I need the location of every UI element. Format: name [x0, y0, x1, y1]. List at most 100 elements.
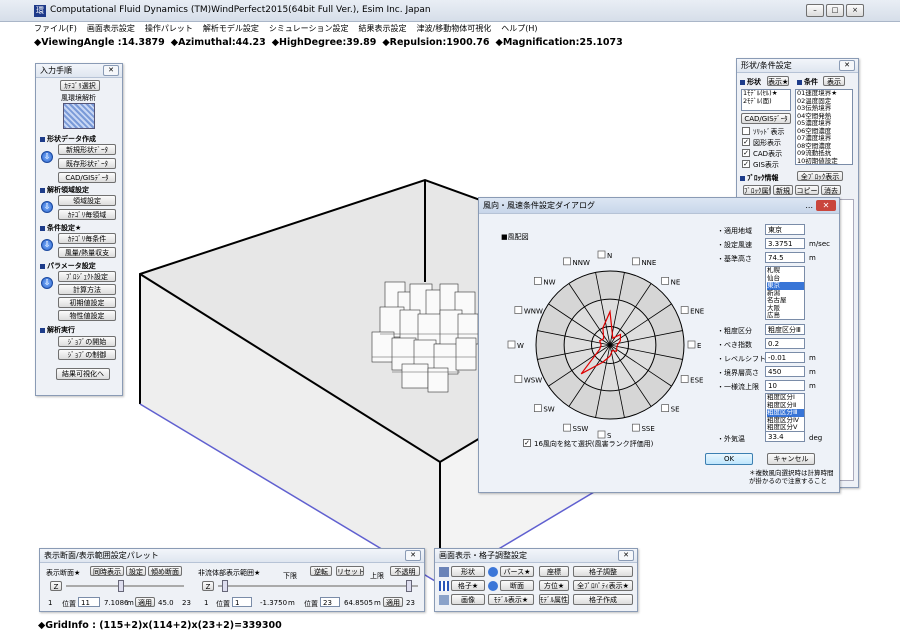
outdoor-temp-field[interactable]: 33.4 — [765, 431, 805, 442]
dialog-minimize-icon[interactable]: ... — [805, 199, 813, 212]
parameter-step-icon: ⇩ — [41, 277, 53, 289]
condition-display-button[interactable]: 表示 — [823, 76, 845, 86]
region-list[interactable]: 札幌 仙台 東京 新潟 名古屋 大阪 広島 — [765, 266, 805, 320]
range-slider[interactable] — [218, 580, 418, 592]
boundary-height-field[interactable]: 450 — [765, 366, 805, 377]
reverse-button[interactable]: 逆転 — [310, 566, 332, 576]
coordinate-button[interactable]: 座標 — [539, 566, 569, 577]
level-shift-field[interactable]: -0.01 — [765, 352, 805, 363]
solid-checkbox[interactable] — [742, 127, 750, 135]
oblique-section-button[interactable]: 傾め断面 — [148, 566, 182, 576]
perspective-button[interactable]: パース★ — [500, 566, 534, 577]
menu-result[interactable]: 結果表示設定 — [359, 22, 407, 36]
gis-checkbox[interactable]: ✓ — [742, 160, 750, 168]
ok-button[interactable]: OK — [705, 453, 753, 465]
power-index-field[interactable]: 0.2 — [765, 338, 805, 349]
repulsion: ◆Repulsion:1900.76 — [382, 37, 490, 48]
list-item[interactable]: 10初期値設定 — [797, 157, 852, 164]
air-heat-balance-button[interactable]: 風量/熱量収支 — [58, 247, 116, 258]
row2-index-field[interactable]: 1 — [232, 597, 252, 607]
close-button[interactable]: × — [846, 4, 864, 17]
minimize-button[interactable]: – — [806, 4, 824, 17]
region-field[interactable]: 東京 — [765, 224, 805, 235]
grid-adjust-button[interactable]: 格子調整 — [573, 566, 633, 577]
z-axis-button[interactable]: Z — [50, 581, 62, 591]
section-slider[interactable] — [66, 580, 184, 592]
block-copy-button[interactable]: コピー — [795, 185, 819, 195]
wind-speed-field[interactable]: 3.3751 — [765, 238, 805, 249]
reset-button[interactable]: リセット — [336, 566, 364, 576]
cad-checkbox[interactable]: ✓ — [742, 149, 750, 157]
existing-shape-button[interactable]: 既存形状ﾃﾞｰﾀ — [58, 158, 116, 169]
cancel-button[interactable]: キャンセル — [767, 453, 815, 465]
close-icon[interactable]: ✕ — [405, 550, 421, 561]
menu-file[interactable]: ファイル(F) — [34, 22, 77, 36]
dialog-close-icon[interactable]: ✕ — [816, 200, 836, 211]
result-visualize-button[interactable]: 結果可視化へ — [56, 368, 110, 380]
roughness-list[interactable]: 粗度区分Ⅰ 粗度区分Ⅱ 粗度区分Ⅲ 粗度区分Ⅳ 粗度区分Ⅴ — [765, 393, 805, 433]
menu-help[interactable]: ヘルプ(H) — [501, 22, 537, 36]
uniform-limit-unit: m — [809, 382, 816, 390]
model-display-button[interactable]: ﾓﾃﾞﾙ表示★ — [488, 594, 534, 605]
row1-apply-button[interactable]: 適用 — [135, 597, 155, 607]
ref-height-field[interactable]: 74.5 — [765, 252, 805, 263]
lower-thumb[interactable] — [222, 580, 228, 592]
category-domain-button[interactable]: ｶﾃｺﾞﾘ毎領域 — [58, 209, 116, 220]
row1-index-field[interactable]: 11 — [78, 597, 100, 607]
grid-shape-button[interactable]: 形状 — [451, 566, 485, 577]
image-button[interactable]: 画像 — [451, 594, 485, 605]
cad-gis-button[interactable]: CAD/GISﾃﾞｰﾀ — [58, 172, 116, 183]
shape-list[interactable]: 1ﾓﾃﾞﾙ(ｾﾙ)★ 2ﾓﾃﾞﾙ(面) — [741, 89, 791, 111]
menu-palette[interactable]: 操作パレット — [145, 22, 193, 36]
section-button[interactable]: 断面 — [500, 580, 534, 591]
all-block-button[interactable]: 全ﾌﾞﾛｯｸ表示 — [797, 171, 843, 181]
grid-button[interactable]: 格子★ — [451, 580, 485, 591]
cad-gis-data-button[interactable]: CAD/GISﾃﾞｰﾀ — [741, 113, 791, 124]
condition-list[interactable]: 01速度境界★ 02温度固定 03伝熱境界 04空間発熱 05濃度境界 06空間… — [795, 89, 853, 165]
uniform-limit-field[interactable]: 10 — [765, 380, 805, 391]
initial-value-button[interactable]: 初期値設定 — [58, 297, 116, 308]
block-new-button[interactable]: 新規 — [773, 185, 793, 195]
block-attr-button[interactable]: ﾌﾞﾛｯｸ属性 — [743, 185, 771, 195]
domain-setting-button[interactable]: 領域設定 — [58, 195, 116, 206]
direction-label: ESE — [690, 376, 703, 384]
project-setting-button[interactable]: ﾌﾟﾛｼﾞｪｸﾄ設定 — [58, 271, 116, 282]
menu-simulation[interactable]: シミュレーション設定 — [269, 22, 349, 36]
roughness-field[interactable]: 粗度区分Ⅲ — [765, 324, 805, 335]
region-item[interactable]: 広島 — [767, 311, 804, 319]
windrose-chart[interactable]: NNNENEENEEESESESSESSSWSWWSWWWNWNWNNW — [489, 238, 719, 448]
check16-checkbox[interactable]: ✓ — [523, 439, 531, 447]
menu-model[interactable]: 解析モデル設定 — [203, 22, 259, 36]
all-property-button[interactable]: 全ﾌﾟﾛﾊﾟﾃｨ表示★ — [573, 580, 633, 591]
roughness-label: ・粗度区分 — [717, 327, 752, 335]
simultaneous-button[interactable]: 同時表示 — [90, 566, 124, 576]
close-icon[interactable]: ✕ — [618, 550, 634, 561]
list-item[interactable]: 2ﾓﾃﾞﾙ(面) — [743, 97, 790, 106]
maximize-button[interactable]: □ — [826, 4, 844, 17]
azimuth-button[interactable]: 方位★ — [539, 580, 569, 591]
row2-index2-field[interactable]: 23 — [320, 597, 340, 607]
block-delete-button[interactable]: 消去 — [821, 185, 841, 195]
category-condition-button[interactable]: ｶﾃｺﾞﾘ毎条件 — [58, 233, 116, 244]
calc-method-button[interactable]: 計算方法 — [58, 284, 116, 295]
property-button[interactable]: 物性値設定 — [58, 310, 116, 321]
nonflow-label: 非流体部表示範囲★ — [198, 569, 261, 577]
grid-create-button[interactable]: 格子作成 — [573, 594, 633, 605]
slider-thumb[interactable] — [118, 580, 124, 592]
new-shape-button[interactable]: 新規形状ﾃﾞｰﾀ — [58, 144, 116, 155]
shape-display-button[interactable]: 表示★ — [767, 76, 789, 86]
menu-tsunami[interactable]: 津波/移動物体可視化 — [417, 22, 492, 36]
z-axis-button-2[interactable]: Z — [202, 581, 214, 591]
row2-apply-button[interactable]: 適用 — [383, 597, 403, 607]
opaque-button[interactable]: 不透明 — [390, 566, 420, 576]
figure-checkbox[interactable]: ✓ — [742, 138, 750, 146]
close-icon[interactable]: ✕ — [103, 65, 119, 76]
category-select-button[interactable]: ｶﾃｺﾞﾘ選択 — [60, 80, 100, 91]
setting-button[interactable]: 設定 — [126, 566, 146, 576]
job-start-button[interactable]: ｼﾞｮﾌﾞの開始 — [58, 336, 116, 347]
job-control-button[interactable]: ｼﾞｮﾌﾞの制御 — [58, 349, 116, 360]
menu-display[interactable]: 画面表示設定 — [87, 22, 135, 36]
close-icon[interactable]: ✕ — [839, 60, 855, 71]
upper-thumb[interactable] — [406, 580, 412, 592]
model-attr-button[interactable]: ﾓﾃﾞﾙ属性 — [539, 594, 569, 605]
